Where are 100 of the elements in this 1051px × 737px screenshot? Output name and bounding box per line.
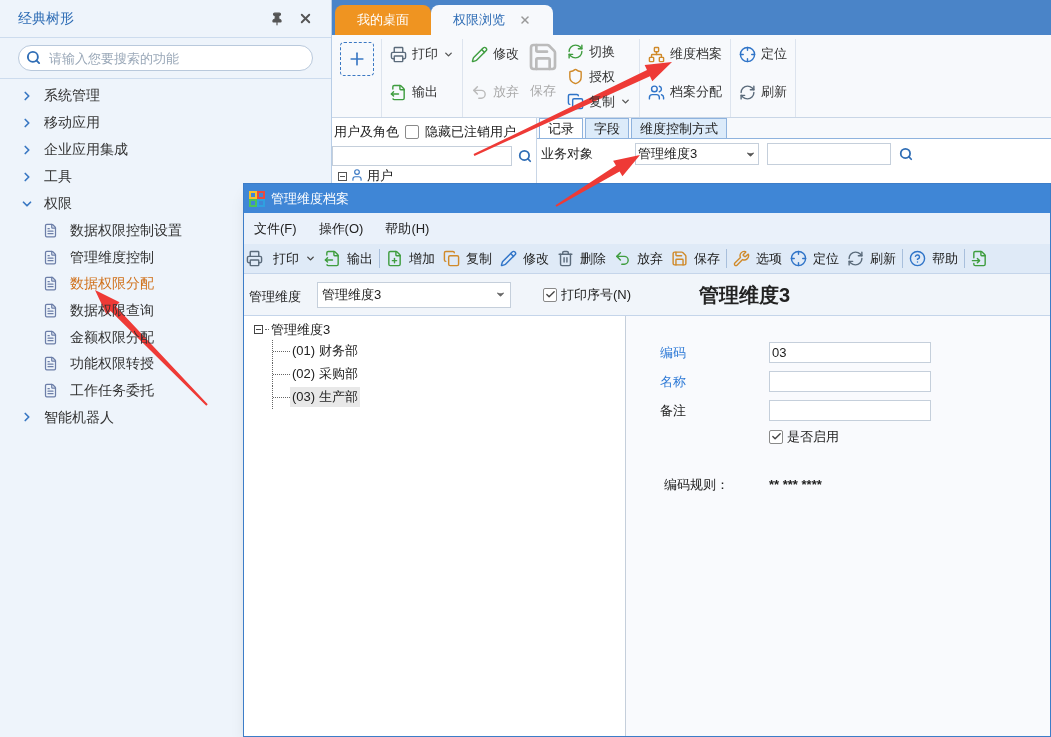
- field-label: 备注: [660, 401, 687, 420]
- network-icon: [648, 45, 665, 63]
- ribbon-button[interactable]: 修改: [467, 39, 523, 69]
- tree-item[interactable]: (02) 采购部: [290, 364, 360, 384]
- tree-item[interactable]: 工具: [0, 163, 331, 190]
- toolbar-button[interactable]: 刷新: [847, 248, 896, 269]
- tree-item[interactable]: 工作任务委托: [70, 379, 154, 401]
- document-icon: [43, 382, 58, 398]
- ribbon-button[interactable]: 刷新: [735, 77, 791, 107]
- form-heading: 管理维度3: [699, 282, 791, 308]
- checkbox[interactable]: [769, 429, 783, 444]
- tree-item[interactable]: 功能权限转授: [70, 353, 154, 375]
- printer-icon: [246, 250, 263, 267]
- pin-icon[interactable]: [270, 11, 284, 26]
- ribbon-button[interactable]: 维度档案: [644, 39, 726, 69]
- tree-item[interactable]: 管理维度3: [271, 320, 331, 340]
- expander-icon[interactable]: [338, 172, 347, 181]
- search-field[interactable]: [332, 146, 512, 166]
- toolbar-button[interactable]: 输出: [324, 248, 373, 269]
- field-label: 业务对象: [541, 145, 594, 164]
- ribbon-button[interactable]: 授权: [563, 64, 635, 89]
- menu-item[interactable]: 文件(F): [254, 218, 297, 239]
- checkbox-label: 隐藏已注销用户: [425, 123, 516, 142]
- toolbar-button[interactable]: 复制: [443, 248, 492, 269]
- field-label: 编码: [660, 343, 687, 362]
- document-icon: [43, 249, 58, 265]
- checkbox-label: 打印序号(N): [561, 285, 632, 304]
- close-icon[interactable]: [298, 11, 313, 26]
- save-icon: [671, 250, 688, 267]
- window-title: 管理维度档案: [271, 189, 349, 208]
- checkbox[interactable]: [405, 125, 419, 139]
- document-icon: [43, 302, 58, 318]
- toolbar-button[interactable]: 修改: [500, 248, 549, 269]
- input-field[interactable]: [767, 143, 891, 165]
- input-field[interactable]: 03: [769, 342, 931, 363]
- field-label: 管理维度: [249, 287, 302, 306]
- tab[interactable]: 维度控制方式: [631, 118, 727, 138]
- tree-item[interactable]: 数据权限控制设置: [70, 219, 182, 241]
- user-icon: [350, 168, 364, 182]
- menu-item[interactable]: 操作(O): [318, 218, 364, 239]
- delete-icon: [557, 250, 574, 267]
- ribbon-button[interactable]: 定位: [735, 39, 791, 69]
- search-icon[interactable]: [518, 149, 532, 163]
- expander-icon[interactable]: [254, 325, 263, 335]
- search-icon[interactable]: [899, 147, 913, 161]
- select-field[interactable]: 管理维度3: [635, 143, 759, 165]
- tree-item[interactable]: 用户: [367, 168, 393, 182]
- toolbar-button[interactable]: 删除: [557, 248, 606, 269]
- toolbar-button[interactable]: 放弃: [614, 248, 663, 269]
- tree-item[interactable]: 移动应用: [0, 109, 331, 136]
- ribbon-button[interactable]: 打印: [386, 39, 458, 69]
- toolbar-button[interactable]: 打印: [246, 248, 316, 269]
- select-field[interactable]: 管理维度3: [317, 281, 511, 308]
- panel-title: 经典树形: [18, 9, 74, 28]
- dropdown-arrow-icon: [495, 289, 506, 300]
- toolbar-button[interactable]: 保存: [671, 248, 720, 269]
- toolbar-button[interactable]: 帮助: [909, 248, 958, 269]
- add-button[interactable]: [339, 42, 374, 76]
- tab[interactable]: 权限浏览: [431, 5, 553, 35]
- help-icon: [909, 250, 926, 267]
- tree-item[interactable]: 系统管理: [0, 82, 331, 109]
- input-field[interactable]: [769, 400, 931, 421]
- document-icon: [43, 276, 58, 292]
- exit-icon[interactable]: [971, 250, 988, 267]
- document-icon: [43, 329, 58, 345]
- ribbon-button[interactable]: 切换: [563, 39, 635, 64]
- document-icon: [43, 222, 58, 238]
- app-logo-icon: [249, 190, 265, 207]
- users-icon: [648, 83, 665, 101]
- ribbon-button[interactable]: 输出: [386, 77, 458, 107]
- save-icon: [527, 41, 559, 73]
- toolbar-button[interactable]: 定位: [790, 248, 839, 269]
- checkbox-label: 是否启用: [787, 428, 839, 446]
- copy-icon: [443, 250, 460, 267]
- tree-item[interactable]: 企业应用集成: [0, 136, 331, 163]
- tree-item[interactable]: 管理维度控制: [70, 246, 154, 268]
- field-label: 编码规则：: [664, 475, 730, 494]
- printer-icon: [390, 45, 407, 63]
- crosshair-icon: [739, 45, 756, 63]
- ribbon-button[interactable]: 档案分配: [644, 77, 726, 107]
- tab[interactable]: 字段: [585, 118, 629, 138]
- wrench-icon: [733, 250, 750, 267]
- checkbox[interactable]: [543, 287, 557, 302]
- toolbar-button[interactable]: 增加: [386, 248, 435, 269]
- tree-item[interactable]: (01) 财务部: [290, 341, 360, 361]
- copy-icon: [567, 93, 584, 110]
- export-icon: [324, 250, 341, 267]
- undo-icon: [471, 83, 488, 101]
- panel-label: 用户及角色: [334, 123, 399, 142]
- menu-item[interactable]: 帮助(H): [385, 218, 430, 239]
- search-field[interactable]: 请输入您要搜索的功能: [18, 45, 313, 71]
- toolbar-button[interactable]: 选项: [733, 248, 782, 269]
- undo-icon: [614, 250, 631, 267]
- add-file-icon: [386, 250, 403, 267]
- pencil-icon: [500, 250, 517, 267]
- tree-item[interactable]: (03) 生产部: [290, 387, 360, 407]
- tab[interactable]: 记录: [539, 118, 583, 138]
- export-icon: [390, 83, 407, 101]
- field-label: 名称: [660, 372, 687, 391]
- input-field[interactable]: [769, 371, 931, 392]
